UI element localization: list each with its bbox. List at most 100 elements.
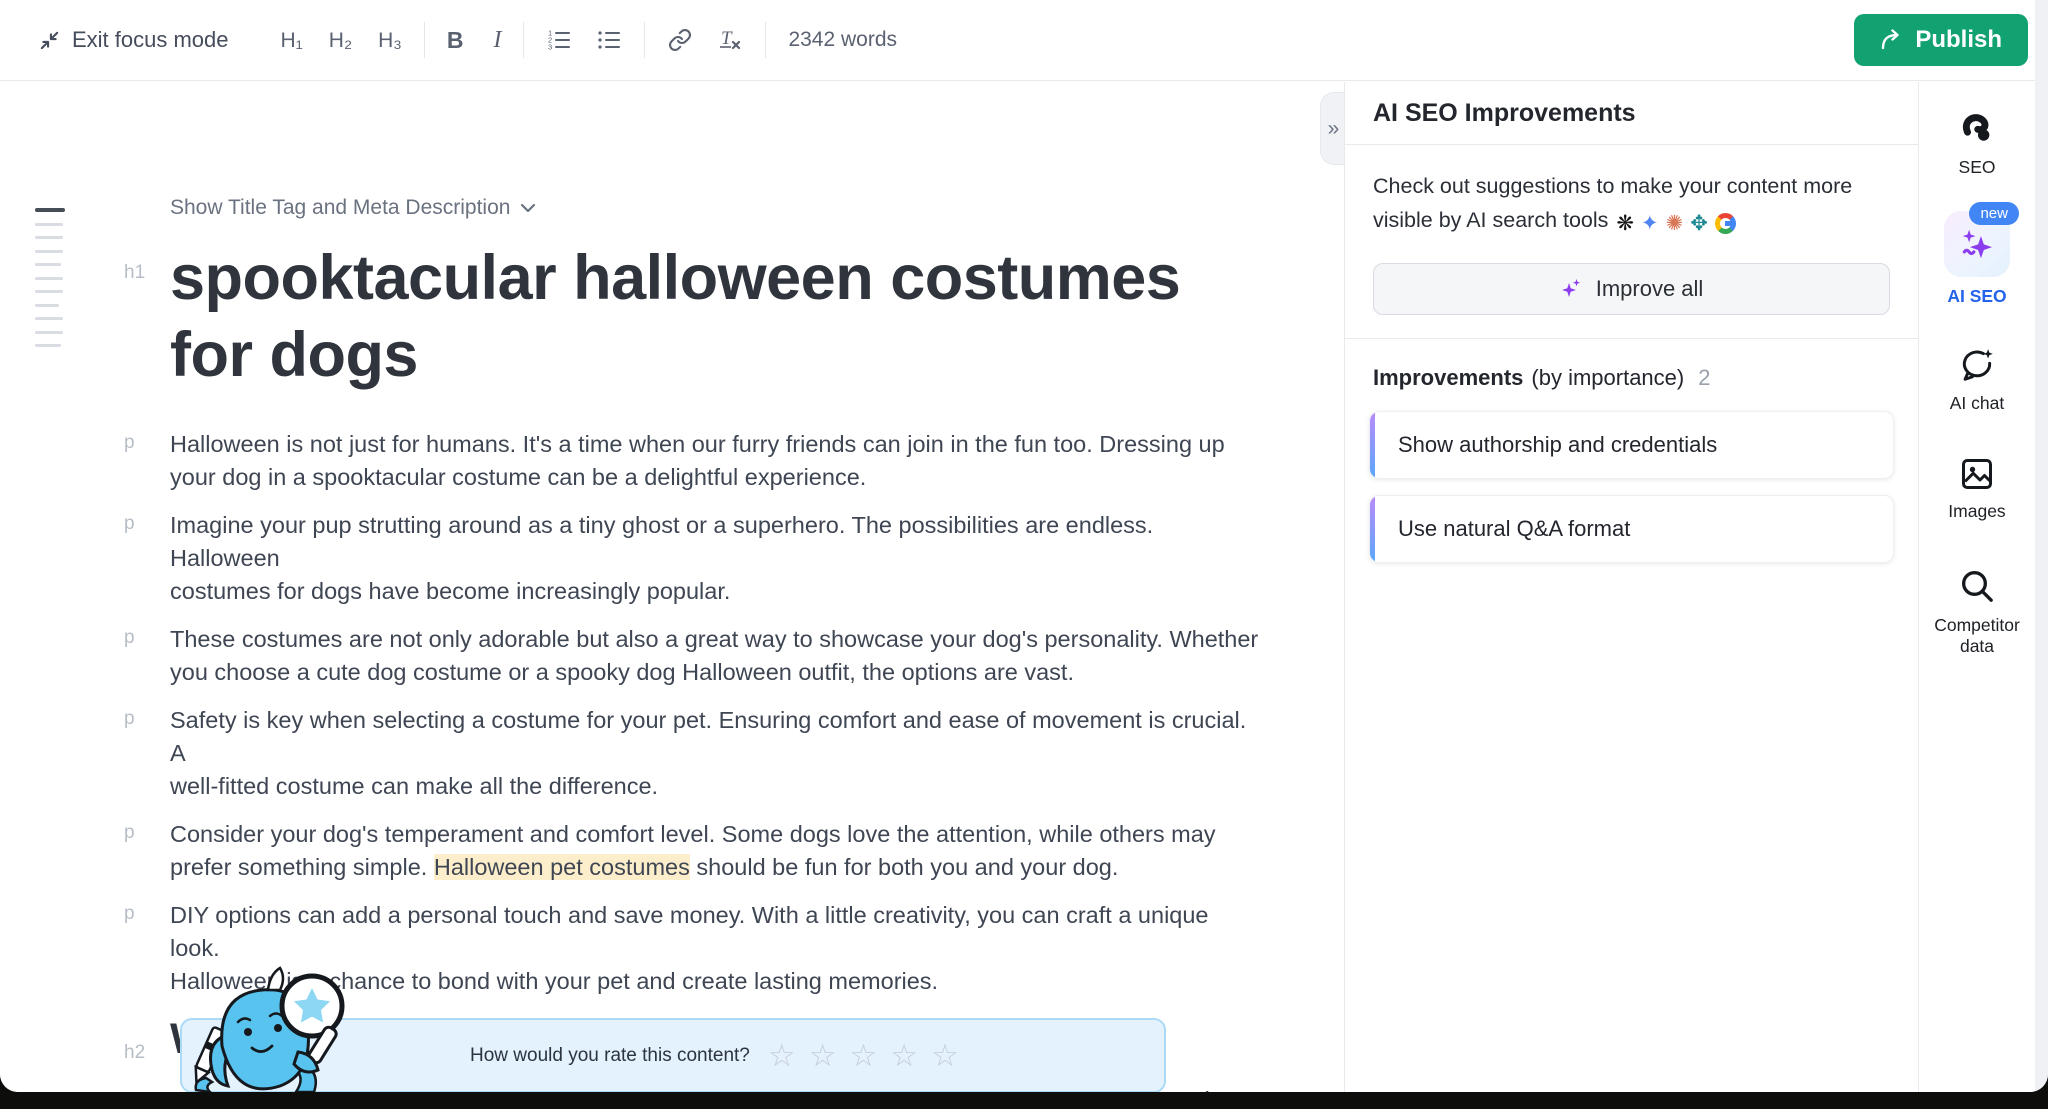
block-marker: p: [124, 627, 162, 649]
block-marker: p: [124, 903, 162, 925]
mascot-illustration: [186, 966, 358, 1092]
meta-description-toggle[interactable]: Show Title Tag and Meta Description: [170, 194, 536, 222]
top-toolbar: Exit focus mode H₁ H₂ H₃ B I 1 2 3: [0, 0, 2048, 81]
paragraph[interactable]: Halloween is not just for humans. It's a…: [170, 428, 1262, 494]
app-window: Exit focus mode H₁ H₂ H₃ B I 1 2 3: [0, 0, 2048, 1092]
block-marker: h2: [124, 1042, 162, 1064]
sidebar-item-ai-chat[interactable]: AI chat: [1919, 346, 2035, 414]
paragraph[interactable]: Safety is key when selecting a costume f…: [170, 704, 1262, 803]
article-title[interactable]: spooktacular halloween costumes for dogs: [170, 240, 1262, 394]
bullet-list-button[interactable]: [596, 27, 622, 53]
ai-panel-description: Check out suggestions to make your conte…: [1373, 169, 1890, 237]
ai-tool-icons: ❋ ✦ ✺ ✥: [1616, 213, 1735, 234]
improve-all-button[interactable]: Improve all: [1373, 263, 1890, 315]
meta-toggle-label: Show Title Tag and Meta Description: [170, 196, 510, 220]
sidebar-item-label: Images: [1919, 501, 2035, 522]
toolbar-divider: [523, 22, 524, 58]
minimap-line: [35, 331, 63, 334]
sidebar-item-images[interactable]: Images: [1919, 456, 2035, 522]
star-icon[interactable]: ☆: [890, 1040, 918, 1071]
ai-chat-icon: [1958, 346, 1996, 384]
publish-arrow-icon: [1880, 29, 1904, 51]
claude-icon: ✺: [1666, 213, 1684, 234]
minimap-line: [35, 290, 63, 293]
improvements-importance-note: (by importance): [1531, 365, 1684, 391]
chevron-double-right-icon: »: [1328, 117, 1340, 141]
heading3-button[interactable]: H₃: [378, 30, 402, 51]
svg-text:T: T: [721, 28, 733, 49]
paragraph[interactable]: Imagine your pup strutting around as a t…: [170, 509, 1262, 608]
description-line2: visible by AI search tools: [1373, 208, 1608, 232]
star-icon[interactable]: ☆: [849, 1040, 877, 1071]
minimap-line: [35, 317, 63, 320]
clear-formatting-button[interactable]: T: [717, 27, 743, 53]
sidebar-item-competitor-data[interactable]: Competitor data: [1919, 566, 2035, 657]
rating-question: How would you rate this content?: [470, 1045, 750, 1067]
block-marker: p: [124, 1088, 162, 1092]
document-minimap[interactable]: [35, 208, 65, 358]
images-icon: [1959, 456, 1995, 492]
gemini-icon: ✦: [1641, 213, 1659, 234]
word-count: 2342 words: [788, 28, 897, 52]
improvement-card-label: Show authorship and credentials: [1398, 432, 1717, 458]
ai-seo-active-tile: new: [1944, 211, 2010, 277]
highlighted-keyword[interactable]: Halloween pet costumes: [434, 854, 690, 880]
link-button[interactable]: [667, 27, 693, 53]
collapse-panel-button[interactable]: »: [1320, 92, 1346, 165]
improvement-card-authorship[interactable]: Show authorship and credentials: [1369, 411, 1894, 479]
sidebar-item-seo[interactable]: SEO: [1919, 110, 2035, 178]
minimap-line: [35, 208, 65, 212]
magnifier-icon: [1957, 566, 1997, 606]
window-edge-strip: [2035, 0, 2048, 1092]
improvements-count: 2: [1698, 365, 1710, 391]
bold-button[interactable]: B: [447, 29, 464, 52]
chevron-down-icon: [520, 203, 536, 213]
italic-button[interactable]: I: [493, 28, 501, 52]
heading2-button[interactable]: H₂: [329, 30, 352, 51]
svg-text:3: 3: [548, 43, 552, 52]
sidebar-item-label: SEO: [1919, 157, 2035, 178]
new-badge: new: [1969, 202, 2019, 225]
description-line1: Check out suggestions to make your conte…: [1373, 174, 1852, 198]
paragraph-text: should be fun for both you and your dog.: [690, 854, 1119, 880]
minimap-line: [35, 263, 61, 266]
star-icon[interactable]: ☆: [809, 1040, 837, 1071]
exit-focus-mode-label: Exit focus mode: [72, 27, 229, 53]
minimap-line: [35, 250, 63, 253]
minimap-line: [35, 304, 59, 307]
improvement-card-label: Use natural Q&A format: [1398, 516, 1630, 542]
ai-panel-title: AI SEO Improvements: [1373, 99, 1636, 128]
block-marker: p: [124, 513, 162, 535]
improvement-card-qa-format[interactable]: Use natural Q&A format: [1369, 495, 1894, 563]
publish-label: Publish: [1915, 26, 2002, 54]
improve-all-label: Improve all: [1596, 276, 1704, 302]
block-marker: p: [124, 708, 162, 730]
sidebar-item-label: AI SEO: [1919, 286, 2035, 307]
exit-focus-mode-button[interactable]: Exit focus mode: [36, 27, 229, 53]
star-icon[interactable]: ☆: [768, 1040, 796, 1071]
sidebar-item-label: Competitor data: [1927, 615, 2027, 657]
block-marker: h1: [124, 262, 162, 284]
sidebar-item-ai-seo[interactable]: new AI SEO: [1919, 211, 2035, 307]
right-sidebar: SEO new AI SEO AI chat: [1919, 82, 2035, 1092]
minimap-line: [35, 236, 63, 239]
openai-icon: ❋: [1616, 213, 1634, 234]
toolbar-divider: [644, 22, 645, 58]
document-editor[interactable]: Show Title Tag and Meta Description h1 s…: [0, 82, 1344, 1092]
paragraph[interactable]: These costumes are not only adorable but…: [170, 623, 1262, 689]
google-icon: [1715, 213, 1736, 234]
ai-sparkles-icon: [1958, 225, 1996, 263]
star-icon[interactable]: ☆: [931, 1040, 959, 1071]
sparkles-icon: [1560, 277, 1584, 301]
ordered-list-button[interactable]: 1 2 3: [546, 27, 572, 53]
perplexity-icon: ✥: [1690, 213, 1708, 234]
paragraph-with-highlight[interactable]: Consider your dog's temperament and comf…: [170, 818, 1262, 884]
publish-button[interactable]: Publish: [1854, 14, 2028, 66]
rating-stars: ☆ ☆ ☆ ☆ ☆: [768, 1040, 959, 1071]
minimap-line: [35, 344, 61, 347]
collapse-arrows-icon: [36, 27, 62, 53]
minimap-line: [35, 277, 63, 280]
heading1-button[interactable]: H₁: [281, 30, 303, 51]
sidebar-item-label: AI chat: [1919, 393, 2035, 414]
panel-divider: [1345, 338, 1918, 339]
